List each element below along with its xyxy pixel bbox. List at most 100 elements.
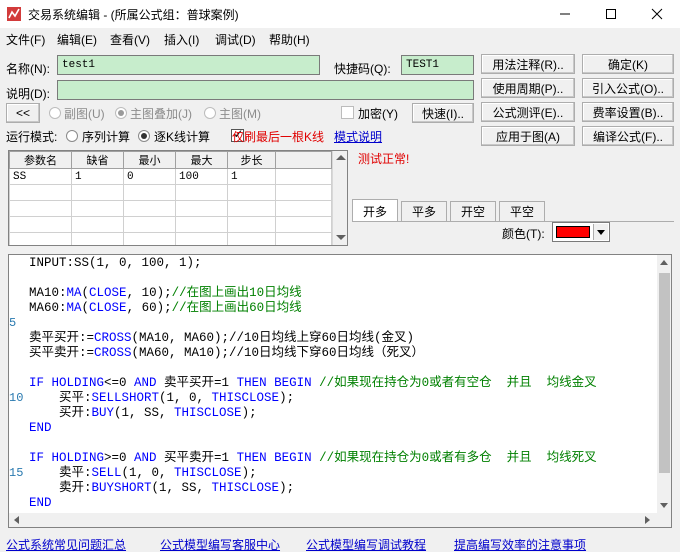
menu-file[interactable]: 文件(F): [6, 31, 45, 48]
param-header-step: 步长: [227, 151, 276, 169]
compile-formula-button[interactable]: 编译公式(F)..: [582, 126, 674, 146]
fee-settings-button[interactable]: 费率设置(B)..: [582, 102, 674, 122]
color-dropdown[interactable]: [552, 222, 610, 242]
code-token: INPUT:SS(1, 0, 100, 1);: [29, 256, 202, 270]
footer-link-efficiency[interactable]: 提高编写效率的注意事项: [454, 536, 586, 552]
sequence-calc-radio[interactable]: [66, 130, 78, 142]
code-line[interactable]: MA60:MA(CLOSE, 60);//在图上画出60日均线: [29, 301, 302, 316]
line-number: 15: [9, 466, 24, 480]
subchart-radio[interactable]: [49, 107, 61, 119]
sequence-calc-label: 序列计算: [82, 130, 131, 144]
menu-debug[interactable]: 调试(D): [215, 31, 256, 48]
code-token: THISCLOSE: [211, 481, 280, 495]
code-line[interactable]: END: [29, 421, 52, 436]
code-line[interactable]: 买平卖开:=CROSS(MA60, MA10);//10日均线下穿60日均线（死…: [29, 346, 424, 361]
editor-vertical-scrollbar[interactable]: [657, 255, 671, 527]
code-token: IF HOLDING: [29, 376, 105, 390]
menu-view[interactable]: 查看(V): [110, 31, 150, 48]
description-input[interactable]: [57, 80, 474, 100]
run-mode-label: 运行模式:: [6, 130, 58, 144]
mainchart-radio[interactable]: [204, 107, 216, 119]
menu-bar: 文件(F) 编辑(E) 查看(V) 插入(I) 调试(D) 帮助(H): [0, 28, 680, 48]
code-token: MA: [66, 301, 82, 315]
param-cell[interactable]: 1: [71, 168, 124, 185]
footer-link-support[interactable]: 公式模型编写客服中心: [160, 536, 280, 552]
table-row[interactable]: [9, 200, 332, 217]
line-number: 5: [9, 316, 17, 330]
close-button[interactable]: [634, 0, 680, 28]
per-bar-calc-radio[interactable]: [138, 130, 150, 142]
color-dropdown-arrow[interactable]: [593, 224, 608, 240]
table-row[interactable]: SS 1 0 100 1: [9, 168, 332, 185]
table-row[interactable]: [9, 232, 332, 245]
param-cell[interactable]: [275, 168, 332, 185]
maximize-button[interactable]: [588, 0, 634, 28]
code-line[interactable]: 买平:SELLSHORT(1, 0, THISCLOSE);: [29, 391, 294, 406]
footer-link-tutorial[interactable]: 公式模型编写调试教程: [306, 536, 426, 552]
param-cell[interactable]: 100: [175, 168, 228, 185]
scroll-thumb[interactable]: [659, 273, 670, 473]
code-token: );: [241, 466, 257, 480]
code-line[interactable]: 卖平:SELL(1, 0, THISCLOSE);: [29, 466, 257, 481]
encrypt-checkbox[interactable]: [341, 106, 354, 119]
main-overlay-radio[interactable]: [115, 107, 127, 119]
code-line[interactable]: INPUT:SS(1, 0, 100, 1);: [29, 256, 202, 271]
app-icon: [7, 7, 21, 21]
import-formula-button[interactable]: 引入公式(O)..: [582, 78, 674, 98]
table-row[interactable]: [9, 216, 332, 233]
tab-close-short[interactable]: 平空: [499, 201, 545, 221]
shortcut-input[interactable]: [401, 55, 474, 75]
test-status: 测试正常!: [358, 152, 410, 166]
scroll-up-icon: [336, 155, 346, 160]
code-token: SELL: [91, 466, 122, 480]
param-table-scrollbar[interactable]: [332, 151, 347, 245]
collapse-button[interactable]: <<: [6, 103, 40, 123]
code-editor[interactable]: 5 10 15 INPUT:SS(1, 0, 100, 1); MA10:MA(CLO…: [8, 254, 672, 528]
code-line[interactable]: 卖平买开:=CROSS(MA10, MA60);//10日均线上穿60日均线(金…: [29, 331, 414, 346]
code-line[interactable]: IF HOLDING<=0 AND 卖平买开=1 THEN BEGIN //如果…: [29, 376, 597, 391]
tab-open-short[interactable]: 开空: [450, 201, 496, 221]
mode-help-link[interactable]: 模式说明: [334, 128, 382, 145]
editor-horizontal-scrollbar[interactable]: [9, 513, 657, 527]
scroll-up-icon: [660, 260, 668, 265]
code-line[interactable]: IF HOLDING>=0 AND 买平卖开=1 THEN BEGIN //如果…: [29, 451, 597, 466]
code-area[interactable]: INPUT:SS(1, 0, 100, 1); MA10:MA(CLOSE, 10…: [29, 255, 653, 527]
quick-button[interactable]: 快速(I)..: [412, 103, 474, 123]
table-row[interactable]: [9, 184, 332, 201]
description-label: 说明(D):: [6, 87, 50, 101]
param-cell[interactable]: 1: [227, 168, 276, 185]
menu-help[interactable]: 帮助(H): [269, 31, 310, 48]
code-token: (1, 0,: [159, 391, 212, 405]
code-token: MA10:: [29, 286, 67, 300]
code-token: 卖开:: [29, 481, 92, 495]
menu-edit[interactable]: 编辑(E): [57, 31, 97, 48]
usage-notes-button[interactable]: 用法注释(R)..: [481, 54, 575, 74]
usage-period-button[interactable]: 使用周期(P)..: [481, 78, 575, 98]
formula-evaluate-button[interactable]: 公式测评(E)..: [481, 102, 575, 122]
scroll-left-icon: [14, 516, 19, 524]
line-number-gutter: 5 10 15: [9, 255, 31, 527]
code-token: THISCLOSE: [174, 406, 242, 420]
ok-button[interactable]: 确定(K): [582, 54, 674, 74]
name-input[interactable]: [57, 55, 320, 75]
code-token: AND: [134, 451, 157, 465]
code-line[interactable]: 买开:BUY(1, SS, THISCLOSE);: [29, 406, 257, 421]
maximize-icon: [606, 9, 616, 19]
tab-close-long[interactable]: 平多: [401, 201, 447, 221]
code-token: BUY: [91, 406, 115, 420]
code-token: 买平卖开=1: [156, 451, 237, 465]
code-line[interactable]: MA10:MA(CLOSE, 10);//在图上画出10日均线: [29, 286, 302, 301]
param-cell[interactable]: 0: [123, 168, 176, 185]
scroll-right-icon: [645, 516, 650, 524]
apply-to-chart-button[interactable]: 应用于图(A): [481, 126, 575, 146]
param-cell[interactable]: SS: [9, 168, 72, 185]
code-token: (1, 0,: [121, 466, 175, 480]
tab-open-long[interactable]: 开多: [352, 199, 398, 222]
code-line[interactable]: END: [29, 496, 52, 511]
footer-link-faq[interactable]: 公式系统常见问题汇总: [6, 536, 126, 552]
code-line[interactable]: 卖开:BUYSHORT(1, SS, THISCLOSE);: [29, 481, 294, 496]
menu-insert[interactable]: 插入(I): [164, 31, 199, 48]
minimize-button[interactable]: [542, 0, 588, 28]
main-overlay-label: 主图叠加(J): [130, 107, 192, 121]
code-token: //如果现在持仓为0或者有空仓 并且 均线金叉: [311, 376, 597, 390]
